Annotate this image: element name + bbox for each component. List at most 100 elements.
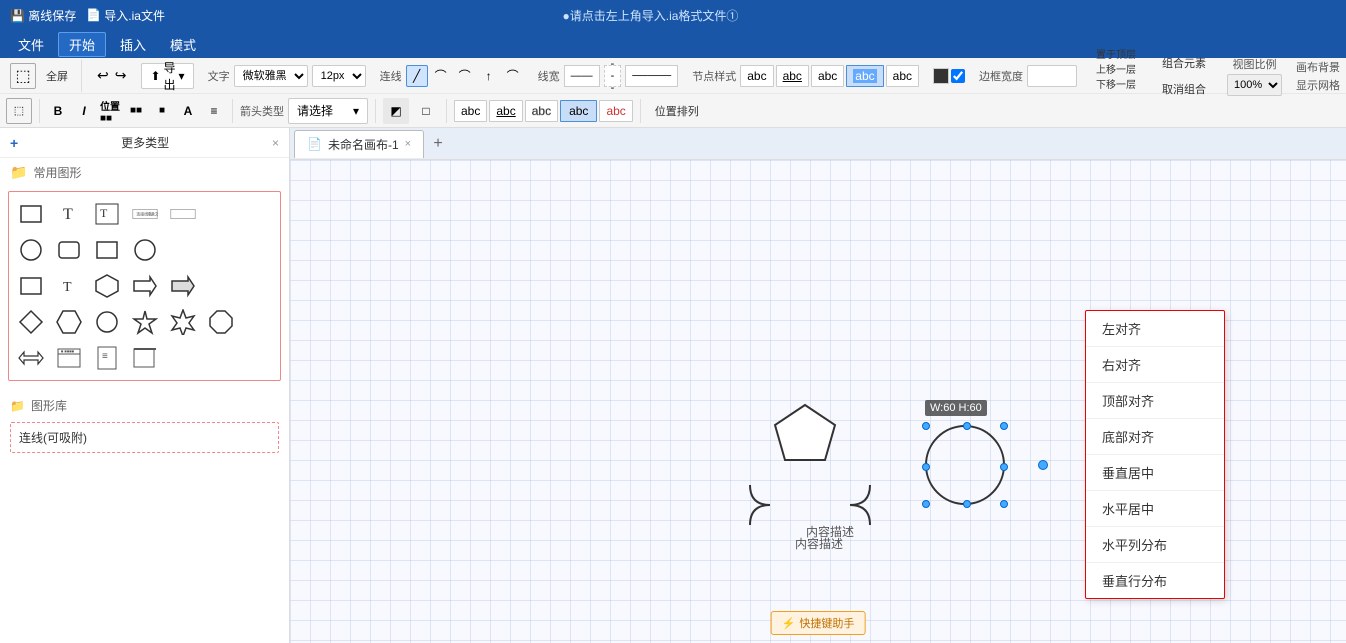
strikethrough-button[interactable]: ■■	[125, 100, 147, 122]
fill-color-button[interactable]: ◩	[383, 98, 409, 124]
abc-style3-button[interactable]: abc	[811, 65, 844, 87]
handle-bottom-right[interactable]	[1000, 500, 1008, 508]
line-color-swatch[interactable]	[933, 68, 949, 84]
canvas-shape-circle[interactable]	[925, 425, 1005, 505]
handle-bottom[interactable]	[963, 500, 971, 508]
font-family-select[interactable]: 微软雅黑	[234, 65, 308, 87]
redo-button[interactable]: ↪	[114, 63, 128, 89]
canvas-shape-pentagon[interactable]	[770, 400, 840, 473]
conn-curve2-button[interactable]: ⌒	[454, 65, 476, 87]
text-outline-button[interactable]: abc	[525, 100, 558, 122]
text-normal-button[interactable]: abc	[454, 100, 487, 122]
shape-text[interactable]: T	[51, 196, 87, 232]
conn-curve1-button[interactable]: ⌒	[430, 65, 452, 87]
group-button[interactable]: 组合元素	[1155, 51, 1213, 75]
shape-star6[interactable]	[165, 304, 201, 340]
layer-top-button[interactable]: 置于顶层	[1091, 46, 1141, 60]
conn-straight-button[interactable]: ╱	[406, 65, 428, 87]
tab-close-button[interactable]: ×	[405, 138, 411, 150]
align-button[interactable]: ■	[151, 100, 173, 122]
quick-help-button[interactable]: ⚡ 快捷键助手	[771, 611, 866, 635]
text-align-left-button[interactable]: ≡	[203, 100, 225, 122]
select-tool-button[interactable]: ⬚	[10, 63, 36, 89]
abc-style2-button[interactable]: abc	[776, 65, 809, 87]
shape-rounded-rect[interactable]	[51, 232, 87, 268]
shape-text-frame[interactable]: T	[89, 196, 125, 232]
view-ratio-select[interactable]: 100% 50% 150% 200%	[1227, 74, 1282, 96]
canvas-shape-bracket[interactable]: 内容描述	[740, 480, 880, 540]
handle-top-right[interactable]	[1000, 422, 1008, 430]
align-right-item[interactable]: 右对齐	[1086, 347, 1224, 383]
shape-circle3[interactable]	[89, 304, 125, 340]
handle-right[interactable]	[1000, 463, 1008, 471]
handle-top-left[interactable]	[922, 422, 930, 430]
arrow-type-select[interactable]: 请选择 ▾	[288, 98, 368, 124]
canvas-area[interactable]: 内容描述 内容描述 W:60 H:60	[290, 160, 1346, 643]
text-red-button[interactable]: abc	[599, 100, 632, 122]
shape-rect[interactable]	[13, 196, 49, 232]
align-hcenter-item[interactable]: 水平居中	[1086, 491, 1224, 527]
layer-bottom-button[interactable]	[1091, 91, 1141, 105]
shape-rect2[interactable]	[89, 232, 125, 268]
shape-bracket-group1[interactable]: 连接线名 示意文字	[127, 196, 163, 232]
common-shapes-section[interactable]: 📁 常用图形	[0, 158, 289, 187]
border-color-button[interactable]: □	[413, 98, 439, 124]
shape-card2[interactable]: ≡	[89, 340, 125, 376]
shape-circle2[interactable]	[127, 232, 163, 268]
menu-start[interactable]: 开始	[58, 32, 106, 57]
shape-card[interactable]: ■ ■■■■	[51, 340, 87, 376]
canvas-connection-dot[interactable]	[1038, 460, 1048, 470]
shape-circle-outline[interactable]	[13, 232, 49, 268]
panel-close-button[interactable]: ×	[272, 136, 279, 150]
text-highlight-button[interactable]: abc	[560, 100, 597, 122]
handle-left[interactable]	[922, 463, 930, 471]
tab-canvas1[interactable]: 📄 未命名画布-1 ×	[294, 130, 424, 158]
text-underline-button[interactable]: abc	[489, 100, 522, 122]
font-size-select[interactable]: 12px	[312, 65, 366, 87]
align-top-item[interactable]: 顶部对齐	[1086, 383, 1224, 419]
line-dotted-button[interactable]: ─────	[625, 65, 678, 87]
align-vdistribute-item[interactable]: 垂直行分布	[1086, 563, 1224, 598]
layer-up-button[interactable]: 上移一层	[1091, 61, 1141, 75]
import-button[interactable]: 📄 导入.ia文件	[86, 7, 165, 24]
shape-arrow-right[interactable]	[127, 268, 163, 304]
shape-text2[interactable]: T	[51, 268, 87, 304]
add-type-button[interactable]: +	[10, 135, 18, 151]
underline-button[interactable]: A	[177, 100, 199, 122]
border-width-input[interactable]	[1027, 65, 1077, 87]
abc-style5-button[interactable]: abc	[886, 65, 919, 87]
align-bottom-item[interactable]: 底部对齐	[1086, 419, 1224, 455]
library-title[interactable]: 📁 图形库	[10, 393, 279, 418]
shape-diamond[interactable]	[13, 304, 49, 340]
italic-button[interactable]: I	[73, 100, 95, 122]
line-dashed-button[interactable]: - - -	[604, 65, 622, 87]
menu-insert[interactable]: 插入	[110, 33, 156, 56]
shape-arrows-lr[interactable]	[13, 340, 49, 376]
handle-top[interactable]	[963, 422, 971, 430]
shape-rect3[interactable]	[13, 268, 49, 304]
layer-down-button[interactable]: 下移一层	[1091, 76, 1141, 90]
export-button[interactable]: ⬆ 导出 ▾	[141, 63, 193, 89]
shape-hexagon2[interactable]	[51, 304, 87, 340]
align-vcenter-item[interactable]: 垂直居中	[1086, 455, 1224, 491]
shape-bracket-group2[interactable]	[165, 196, 201, 232]
conn-curve4-button[interactable]: ⌒	[502, 65, 524, 87]
line-solid-button[interactable]: ——	[564, 65, 600, 87]
connector-library-item[interactable]: 连线(可吸附)	[10, 422, 279, 453]
shape-label[interactable]	[127, 340, 163, 376]
position-align-button[interactable]: 位置排列	[648, 99, 706, 123]
ungroup-button[interactable]: 取消组合	[1155, 77, 1213, 101]
shape-octagon[interactable]	[203, 304, 239, 340]
position-button[interactable]: 位置 ■■	[99, 100, 121, 122]
conn-curve3-button[interactable]: ↑	[478, 65, 500, 87]
menu-file[interactable]: 文件	[8, 33, 54, 56]
fullscreen-button[interactable]: 全屏	[39, 64, 75, 88]
shape-hexagon[interactable]	[89, 268, 125, 304]
abc-style1-button[interactable]: abc	[740, 65, 773, 87]
shape-star4[interactable]	[127, 304, 163, 340]
abc-style4-button[interactable]: abc	[846, 65, 883, 87]
shape-arrow-right2[interactable]	[165, 268, 201, 304]
undo-button[interactable]: ↩	[96, 63, 110, 89]
handle-bottom-left[interactable]	[922, 500, 930, 508]
toolbar-placeholder-icon[interactable]: ⬚	[6, 98, 32, 124]
